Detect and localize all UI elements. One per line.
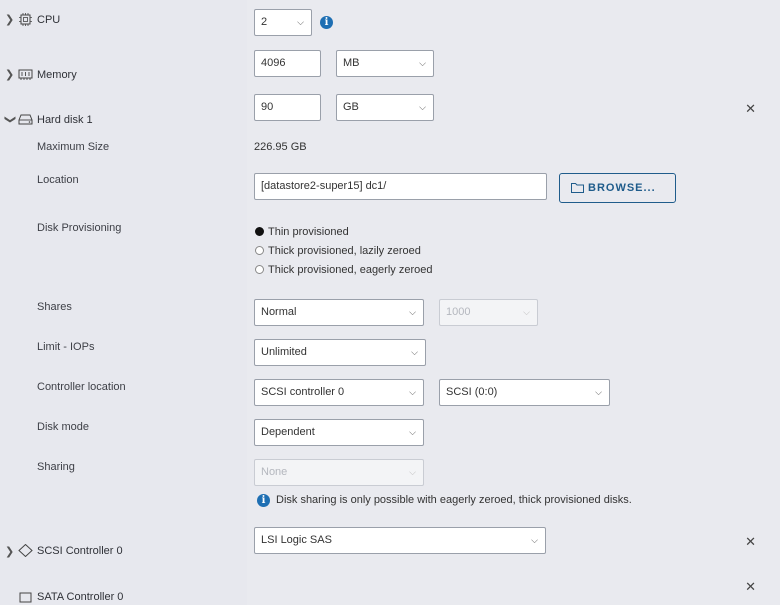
chevron-down-icon: ⌵ <box>419 58 426 68</box>
disk-size-input[interactable]: 90 <box>254 94 321 121</box>
memory-label: Memory <box>37 69 77 81</box>
chevron-down-icon: ⌵ <box>531 535 538 545</box>
chevron-down-icon[interactable]: ❯ <box>4 115 17 124</box>
sharing-value: None <box>261 466 288 478</box>
limit-iops-row: Limit - IOPs Unlimited ⌵ <box>0 333 780 374</box>
sata-controller-icon <box>19 592 32 603</box>
radio-label: Thick provisioned, lazily zeroed <box>268 245 421 257</box>
radio-unselected-icon <box>255 265 264 274</box>
hard-disk-label: Hard disk 1 <box>37 114 93 126</box>
hard-disk-icon <box>18 114 33 125</box>
memory-icon <box>18 69 33 80</box>
location-value: [datastore2-super15] dc1/ <box>261 180 387 192</box>
radio-label: Thick provisioned, eagerly zeroed <box>268 264 433 276</box>
sharing-select: None ⌵ <box>254 459 424 486</box>
hard-disk-row: ❯ Hard disk 1 90 GB ⌵ ✕ <box>0 89 780 134</box>
memory-input[interactable]: 4096 <box>254 50 321 77</box>
cpu-row: ❯ CPU 2 ⌵ i <box>0 0 780 45</box>
cpu-icon <box>19 13 32 26</box>
disk-provisioning-label: Disk Provisioning <box>37 222 122 234</box>
shares-select[interactable]: Normal ⌵ <box>254 299 424 326</box>
close-icon[interactable]: ✕ <box>745 579 756 595</box>
memory-row: ❯ Memory 4096 MB ⌵ <box>0 44 780 90</box>
disk-mode-row: Disk mode Dependent ⌵ <box>0 413 780 454</box>
cpu-select[interactable]: 2 ⌵ <box>254 9 312 36</box>
chevron-right-icon[interactable]: ❯ <box>5 13 14 26</box>
controller-location-row: Controller location SCSI controller 0 ⌵ … <box>0 373 780 414</box>
memory-unit-select[interactable]: MB ⌵ <box>336 50 434 77</box>
disk-mode-value: Dependent <box>261 426 315 438</box>
radio-thick-eager[interactable]: Thick provisioned, eagerly zeroed <box>255 264 432 276</box>
browse-label: BROWSE... <box>588 182 656 194</box>
maximum-size-row: Maximum Size 226.95 GB <box>0 133 780 167</box>
folder-icon <box>571 183 584 193</box>
limit-iops-label: Limit - IOPs <box>37 341 95 353</box>
close-icon[interactable]: ✕ <box>745 101 756 117</box>
chevron-down-icon: ⌵ <box>409 307 416 317</box>
disk-size-unit-select[interactable]: GB ⌵ <box>336 94 434 121</box>
disk-size-value: 90 <box>261 101 274 113</box>
shares-value: Normal <box>261 306 297 318</box>
scsi-controller-value: LSI Logic SAS <box>261 534 332 546</box>
controller-select[interactable]: SCSI controller 0 ⌵ <box>254 379 424 406</box>
radio-unselected-icon <box>255 246 264 255</box>
limit-iops-value: Unlimited <box>261 346 307 358</box>
memory-unit-value: MB <box>343 57 360 69</box>
info-icon[interactable]: i <box>320 16 333 29</box>
limit-iops-select[interactable]: Unlimited ⌵ <box>254 339 426 366</box>
scsi-controller-label: SCSI Controller 0 <box>37 545 123 557</box>
disk-mode-select[interactable]: Dependent ⌵ <box>254 419 424 446</box>
location-input[interactable]: [datastore2-super15] dc1/ <box>254 173 547 200</box>
chevron-down-icon: ⌵ <box>411 347 418 357</box>
radio-thin-provisioned[interactable]: Thin provisioned <box>255 226 349 238</box>
chevron-right-icon[interactable]: ❯ <box>5 68 14 81</box>
maximum-size-label: Maximum Size <box>37 141 110 153</box>
radio-label: Thin provisioned <box>268 226 349 238</box>
scsi-controller-select[interactable]: LSI Logic SAS ⌵ <box>254 527 546 554</box>
cpu-label: CPU <box>37 14 61 26</box>
shares-number-value: 1000 <box>446 306 471 318</box>
sharing-row: Sharing None ⌵ i Disk sharing is only po… <box>0 453 780 521</box>
chevron-right-icon[interactable]: ❯ <box>5 545 14 558</box>
location-label: Location <box>37 174 79 186</box>
chevron-down-icon: ⌵ <box>409 467 416 477</box>
shares-label: Shares <box>37 301 72 313</box>
radio-thick-lazy[interactable]: Thick provisioned, lazily zeroed <box>255 245 421 257</box>
chevron-down-icon: ⌵ <box>409 387 416 397</box>
shares-number-select: 1000 ⌵ <box>439 299 538 326</box>
sata-controller-label: SATA Controller 0 <box>37 591 124 603</box>
scsi-controller-row: ❯ SCSI Controller 0 LSI Logic SAS ⌵ ✕ <box>0 520 780 567</box>
disk-size-unit-value: GB <box>343 101 359 113</box>
disk-mode-label: Disk mode <box>37 421 89 433</box>
controller-location-label: Controller location <box>37 381 126 393</box>
controller-slot-select[interactable]: SCSI (0:0) ⌵ <box>439 379 610 406</box>
controller-value: SCSI controller 0 <box>261 386 345 398</box>
shares-row: Shares Normal ⌵ 1000 ⌵ <box>0 293 780 334</box>
controller-slot-value: SCSI (0:0) <box>446 386 498 398</box>
sharing-note: Disk sharing is only possible with eager… <box>276 494 632 506</box>
chevron-down-icon: ⌵ <box>523 307 530 317</box>
memory-value: 4096 <box>261 57 286 69</box>
chevron-down-icon: ⌵ <box>409 427 416 437</box>
cpu-value: 2 <box>261 16 268 28</box>
radio-selected-icon <box>255 227 264 236</box>
close-icon[interactable]: ✕ <box>745 534 756 550</box>
info-icon: i <box>257 494 270 507</box>
browse-button[interactable]: BROWSE... <box>559 173 676 203</box>
chevron-down-icon: ⌵ <box>297 17 304 27</box>
chevron-down-icon: ⌵ <box>419 102 426 112</box>
sata-controller-row: SATA Controller 0 ✕ <box>0 566 780 605</box>
chevron-down-icon: ⌵ <box>595 387 602 397</box>
sharing-label: Sharing <box>37 461 75 473</box>
scsi-controller-icon <box>18 544 33 557</box>
maximum-size-value: 226.95 GB <box>254 141 307 153</box>
